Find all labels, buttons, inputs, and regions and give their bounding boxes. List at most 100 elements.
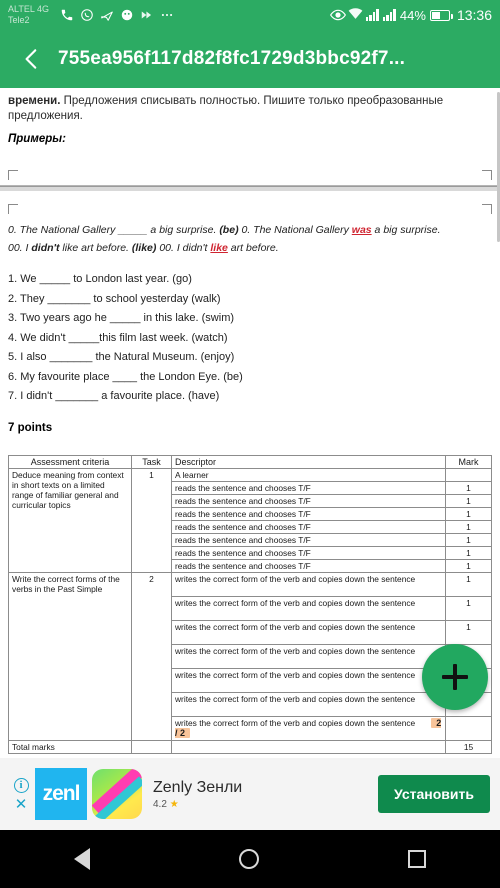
question-list: 1. We _____ to London last year. (go) 2.…	[0, 272, 500, 403]
total-marks-row: Total marks 15	[8, 740, 492, 754]
page-break	[0, 158, 500, 219]
descriptor-cell: reads the sentence and chooses T/F	[171, 494, 446, 508]
nav-recents-icon[interactable]	[407, 850, 426, 868]
close-icon[interactable]: ✕	[15, 797, 28, 812]
mark-cell: 1	[445, 494, 492, 508]
mark-cell: 1	[445, 481, 492, 495]
example-blank: _____	[118, 224, 148, 236]
descriptor-cell: writes the correct form of the verb and …	[171, 668, 446, 693]
intro-rest: Предложения списывать полностью. Пишите …	[8, 95, 444, 122]
example-tail: a big surprise.	[371, 224, 441, 236]
add-button[interactable]	[422, 644, 488, 710]
eye-icon	[329, 8, 346, 22]
back-chevron-icon[interactable]	[12, 39, 52, 79]
mark-cell: 1	[445, 507, 492, 521]
descriptor-cell: writes the correct form of the verb and …	[171, 620, 446, 645]
descriptor-text: writes the correct form of the verb and …	[175, 718, 416, 728]
question-item: 7. I didn't _______ a favourite place. (…	[8, 390, 220, 402]
page-bottom-edge	[0, 158, 500, 186]
info-icon[interactable]: i	[13, 778, 29, 793]
example-mid: a big surprise.	[147, 224, 220, 236]
example-answer: was	[351, 224, 372, 236]
status-notification-icons	[60, 8, 330, 22]
example-line: 00. I didn't like art before. (like) 00.…	[0, 241, 500, 255]
app-bar: 755ea956f117d82f8fc1729d3bbc92f7...	[0, 30, 500, 88]
send-icon	[140, 8, 154, 22]
question-item: 5. I also _______ the Natural Museum. (e…	[8, 351, 235, 363]
ad-text-block: Zenly Зенли 4.2 ★	[142, 779, 378, 810]
mark-empty	[445, 468, 492, 482]
example-line: 0. The National Gallery _____ a big surp…	[0, 223, 500, 237]
android-nav-bar	[0, 830, 500, 888]
question-item: 1. We _____ to London last year. (go)	[8, 273, 192, 285]
status-bar: ALTEL 4G Tele2 44% 13:36	[0, 0, 500, 30]
descriptor-cell: writes the correct form of the verb and …	[171, 692, 446, 717]
ad-rating-value: 4.2	[153, 798, 167, 810]
criteria-cell-2: Write the correct forms of the verbs in …	[8, 572, 132, 741]
phone-screen: ALTEL 4G Tele2 44% 13:36 755ea956f117d82…	[0, 0, 500, 888]
battery-percent-label: 44%	[399, 7, 426, 23]
carrier-line-1: ALTEL 4G	[8, 4, 50, 14]
ad-brand-badge: zenl	[35, 768, 87, 820]
total-descriptor-empty	[171, 740, 446, 754]
points-label: 7 points	[8, 422, 53, 434]
rubric-table-wrap: Assessment criteria Task Descriptor Mark…	[0, 455, 500, 754]
header-mark: Mark	[445, 455, 492, 469]
mark-cell: 1	[445, 533, 492, 547]
descriptor-cell: reads the sentence and chooses T/F	[171, 507, 446, 521]
crop-mark-icon	[482, 204, 492, 214]
descriptor-cell: reads the sentence and chooses T/F	[171, 559, 446, 573]
mark-cell: 1	[445, 596, 492, 621]
example-cue: (be)	[219, 224, 239, 236]
mark-cell: 1	[445, 620, 492, 645]
rubric-table: Assessment criteria Task Descriptor Mark…	[8, 455, 492, 754]
more-icon	[160, 8, 174, 22]
descriptor-cell: reads the sentence and chooses T/F	[171, 481, 446, 495]
example-pre: 0. The National Gallery	[8, 224, 119, 236]
descriptor-cell-scored: writes the correct form of the verb and …	[171, 716, 446, 741]
example-bold: didn't	[31, 242, 60, 254]
plus-icon	[442, 664, 468, 690]
descriptor-cell: writes the correct form of the verb and …	[171, 572, 446, 597]
descriptor-cell: writes the correct form of the verb and …	[171, 644, 446, 669]
descriptor-cell: reads the sentence and chooses T/F	[171, 520, 446, 534]
total-mark: 15	[445, 740, 492, 754]
subheader-a-learner: A learner	[171, 468, 446, 482]
example-tail: art before.	[227, 242, 279, 254]
crop-mark-icon	[8, 170, 18, 180]
signal-icon	[365, 9, 379, 21]
mark-cell: 1	[445, 559, 492, 573]
nav-back-icon[interactable]	[74, 848, 91, 870]
crop-mark-icon	[8, 204, 18, 214]
task-cell-1: 1	[131, 468, 172, 573]
ad-banner[interactable]: i ✕ zenl Zenly Зенли 4.2 ★ Установить	[0, 758, 500, 830]
header-task: Task	[131, 455, 172, 469]
example-after: 0. The National Gallery	[238, 224, 352, 236]
ad-controls: i ✕	[10, 778, 32, 812]
ad-rating: 4.2 ★	[153, 799, 378, 810]
document-viewer[interactable]: времени. Предложения списывать полностью…	[0, 88, 500, 758]
example-cue: (like)	[131, 242, 157, 254]
signal2-icon	[382, 9, 396, 21]
descriptor-cell: reads the sentence and chooses T/F	[171, 546, 446, 560]
table-row: Write the correct forms of the verbs in …	[8, 572, 492, 741]
examples-label: Примеры:	[8, 133, 66, 145]
descriptor-cell: reads the sentence and chooses T/F	[171, 533, 446, 547]
total-task-empty	[131, 740, 172, 754]
total-label: Total marks	[8, 740, 132, 754]
clock-label: 13:36	[456, 7, 492, 23]
mark-cell: 1	[445, 572, 492, 597]
whatsapp-icon	[80, 8, 94, 22]
mark-cell: 1	[445, 546, 492, 560]
question-item: 2. They _______ to school yesterday (wal…	[8, 292, 221, 305]
intro-bold-word: времени.	[8, 95, 61, 107]
example-answer: like	[210, 242, 228, 254]
star-icon: ★	[169, 798, 179, 810]
crop-mark-icon	[482, 170, 492, 180]
nav-home-icon[interactable]	[238, 849, 259, 869]
install-button[interactable]: Установить	[378, 775, 490, 813]
carrier-label: ALTEL 4G Tele2	[8, 4, 56, 26]
example-after: 00. I didn't	[156, 242, 211, 254]
wifi-icon	[348, 8, 363, 22]
telegram-icon	[100, 8, 114, 22]
